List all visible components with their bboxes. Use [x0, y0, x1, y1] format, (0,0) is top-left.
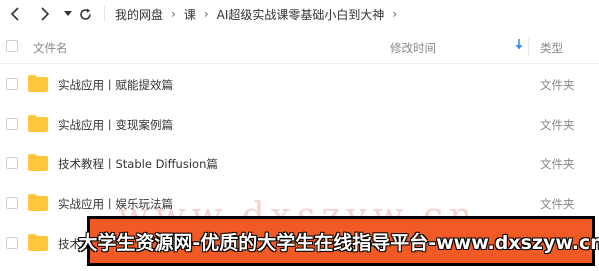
- breadcrumb-item-course[interactable]: 课: [184, 6, 196, 23]
- row-checkbox[interactable]: [6, 197, 18, 209]
- file-type: 文件夹: [540, 157, 575, 171]
- breadcrumb-item-current[interactable]: AI超级实战课零基础小白到大神: [217, 6, 385, 23]
- row-checkbox[interactable]: [6, 237, 18, 249]
- table-header: 文件名 修改时间 类型: [0, 31, 599, 64]
- file-type: 文件夹: [540, 118, 575, 132]
- file-type: 文件夹: [540, 197, 575, 211]
- file-name[interactable]: 实战应用丨变现案例篇: [58, 117, 173, 133]
- file-name[interactable]: 实战应用丨赋能提效篇: [58, 77, 173, 93]
- breadcrumb-separator-icon: ›: [171, 7, 176, 21]
- file-name[interactable]: 技术教程丨Stable Diffusion篇: [58, 156, 218, 172]
- folder-icon: [28, 234, 48, 251]
- chevron-left-icon[interactable]: [4, 7, 26, 21]
- toolbar: 我的网盘 › 课 › AI超级实战课零基础小白到大神 ›: [0, 0, 599, 28]
- row-checkbox[interactable]: [6, 118, 18, 130]
- breadcrumb-item-my-drive[interactable]: 我的网盘: [115, 6, 163, 23]
- folder-icon: [28, 154, 48, 171]
- table-row[interactable]: 技术教程丨Stable Diffusion篇 文件夹: [0, 143, 599, 183]
- folder-icon: [28, 194, 48, 211]
- column-divider: [528, 38, 529, 56]
- column-header-name[interactable]: 文件名: [33, 40, 68, 56]
- table-row[interactable]: 实战应用丨变现案例篇 文件夹: [0, 104, 599, 144]
- caret-down-icon[interactable]: [62, 11, 74, 17]
- file-type: 文件夹: [540, 78, 575, 92]
- breadcrumb-separator-icon: ›: [392, 7, 398, 21]
- column-header-mtime[interactable]: 修改时间: [390, 40, 436, 56]
- arrow-down-icon[interactable]: [515, 39, 523, 53]
- row-checkbox[interactable]: [6, 157, 18, 169]
- toolbar-divider: [104, 6, 105, 22]
- table-row[interactable]: 实战应用丨赋能提效篇 文件夹: [0, 64, 599, 104]
- folder-icon: [28, 115, 48, 132]
- folder-icon: [28, 75, 48, 92]
- watermark-banner-text: 大学生资源网-优质的大学生在线指导平台-www.dxszyw.cn: [78, 231, 599, 254]
- watermark-banner: 大学生资源网-优质的大学生在线指导平台-www.dxszyw.cn: [78, 216, 599, 266]
- chevron-right-icon[interactable]: [34, 7, 56, 21]
- row-checkbox[interactable]: [6, 78, 18, 90]
- breadcrumb-separator-icon: ›: [203, 7, 209, 21]
- refresh-icon[interactable]: [76, 8, 94, 21]
- select-all-checkbox[interactable]: [6, 40, 18, 52]
- column-header-type[interactable]: 类型: [540, 40, 563, 56]
